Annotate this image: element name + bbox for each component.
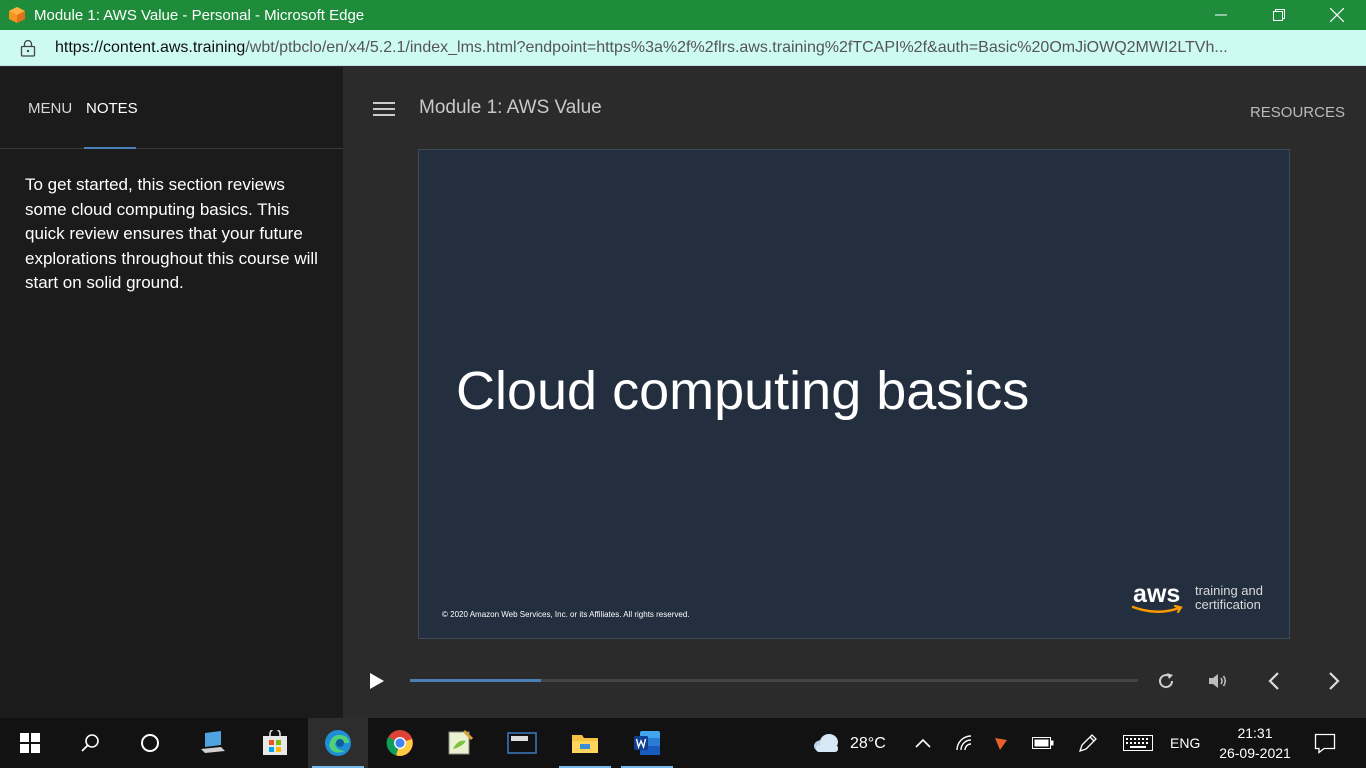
keyboard-icon[interactable] bbox=[1123, 735, 1153, 751]
lock-icon[interactable] bbox=[20, 39, 36, 57]
wifi-icon[interactable] bbox=[955, 734, 975, 752]
weather-temperature[interactable]: 28°C bbox=[850, 735, 886, 753]
restore-button[interactable] bbox=[1250, 0, 1308, 30]
mysql-taskbar-button[interactable] bbox=[492, 718, 552, 768]
progress-bar[interactable] bbox=[410, 679, 1138, 682]
previous-slide-button[interactable] bbox=[1263, 670, 1285, 692]
aws-training-logo: aws training and certification bbox=[1131, 580, 1263, 616]
chevron-up-icon[interactable] bbox=[915, 737, 931, 749]
volume-button[interactable] bbox=[1207, 670, 1229, 692]
taskbar-search-button[interactable] bbox=[60, 718, 120, 768]
replay-button[interactable] bbox=[1155, 670, 1177, 692]
browser-title-bar: Module 1: AWS Value - Personal - Microso… bbox=[0, 0, 1366, 30]
progress-fill bbox=[410, 679, 542, 682]
aws-logo-word: aws bbox=[1131, 580, 1187, 616]
clock-date: 26-09-2021 bbox=[1219, 745, 1291, 761]
windows-taskbar: 28°C ENG 21:31 26-09-2021 bbox=[0, 718, 1366, 768]
system-clock[interactable]: 21:31 26-09-2021 bbox=[1210, 723, 1300, 763]
replay-icon bbox=[1159, 673, 1174, 689]
tab-notes[interactable]: NOTES bbox=[86, 100, 138, 117]
url-text[interactable]: https://content.aws.training/wbt/ptbclo/… bbox=[55, 39, 1345, 57]
play-button[interactable] bbox=[369, 672, 385, 690]
tab-menu[interactable]: MENU bbox=[28, 100, 72, 117]
cloudy-weather-icon[interactable] bbox=[812, 733, 840, 753]
aws-logo-tagline: training and certification bbox=[1195, 584, 1263, 612]
word-taskbar-button[interactable] bbox=[617, 718, 677, 768]
store-bag-icon bbox=[263, 730, 287, 755]
notepadpp-taskbar-button[interactable] bbox=[430, 718, 490, 768]
url-domain: https://content.aws.training bbox=[55, 38, 246, 56]
panel-tabs: MENU NOTES bbox=[0, 67, 343, 149]
word-icon bbox=[634, 731, 660, 755]
url-path: /wbt/ptbclo/en/x4/5.2.1/index_lms.html?e… bbox=[245, 38, 1228, 56]
slide: Cloud computing basics © 2020 Amazon Web… bbox=[418, 149, 1290, 639]
pen-icon[interactable] bbox=[1077, 732, 1099, 754]
volume-icon bbox=[1209, 674, 1227, 688]
minimize-button[interactable] bbox=[1192, 0, 1250, 30]
edge-taskbar-button[interactable] bbox=[308, 718, 368, 768]
slide-copyright: © 2020 Amazon Web Services, Inc. or its … bbox=[442, 610, 690, 619]
address-bar[interactable]: https://content.aws.training/wbt/ptbclo/… bbox=[0, 30, 1366, 66]
course-player: Module 1: AWS Value RESOURCES Cloud comp… bbox=[343, 67, 1366, 718]
battery-icon[interactable] bbox=[1032, 737, 1054, 749]
edge-icon bbox=[325, 730, 351, 756]
file-explorer-taskbar-button[interactable] bbox=[555, 718, 615, 768]
aws-cube-icon bbox=[9, 7, 25, 23]
chrome-icon bbox=[386, 730, 413, 756]
notepad-plus-icon bbox=[448, 729, 474, 755]
active-tab-indicator bbox=[84, 147, 136, 149]
close-icon bbox=[1330, 8, 1344, 22]
hamburger-menu-icon[interactable] bbox=[373, 102, 395, 116]
aws-smile-icon bbox=[1131, 604, 1183, 614]
app-tray-icon[interactable] bbox=[993, 736, 1009, 752]
minimize-icon bbox=[1215, 14, 1227, 16]
resources-link[interactable]: RESOURCES bbox=[1250, 104, 1345, 121]
aws-tagline-line-2: certification bbox=[1195, 597, 1261, 612]
aws-tagline-line-1: training and bbox=[1195, 583, 1263, 598]
laptop-icon bbox=[201, 731, 225, 753]
close-window-button[interactable] bbox=[1308, 0, 1366, 30]
start-button[interactable] bbox=[0, 718, 60, 768]
next-slide-button[interactable] bbox=[1323, 670, 1345, 692]
chrome-taskbar-button[interactable] bbox=[370, 718, 430, 768]
chevron-right-icon bbox=[1329, 672, 1340, 690]
notes-panel: MENU NOTES To get started, this section … bbox=[0, 67, 343, 718]
windows-logo-icon bbox=[20, 733, 40, 753]
notifications-icon[interactable] bbox=[1314, 732, 1336, 754]
window-title: Module 1: AWS Value - Personal - Microso… bbox=[34, 6, 365, 24]
mysql-console-icon bbox=[507, 732, 537, 754]
cortana-circle-icon bbox=[141, 734, 159, 752]
notes-text: To get started, this section reviews som… bbox=[25, 175, 318, 292]
input-language[interactable]: ENG bbox=[1170, 735, 1200, 751]
microsoft-store-button[interactable] bbox=[245, 718, 305, 768]
cortana-button[interactable] bbox=[120, 718, 180, 768]
task-view-button[interactable] bbox=[183, 718, 243, 768]
restore-icon bbox=[1273, 9, 1285, 21]
slide-heading: Cloud computing basics bbox=[456, 361, 1030, 421]
module-title: Module 1: AWS Value bbox=[419, 97, 602, 118]
chevron-left-icon bbox=[1268, 672, 1279, 690]
clock-time: 21:31 bbox=[1237, 725, 1273, 741]
search-icon bbox=[81, 734, 99, 752]
folder-icon bbox=[572, 735, 598, 753]
